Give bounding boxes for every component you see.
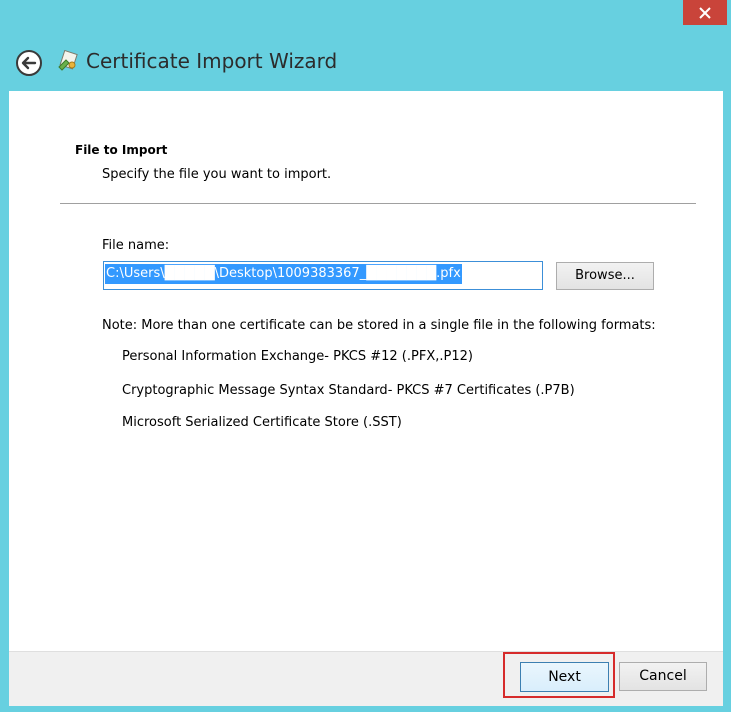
formats-note: Note: More than one certificate can be s… <box>102 318 656 333</box>
format-item-sst: Microsoft Serialized Certificate Store (… <box>122 415 402 430</box>
title-bar: Certificate Import Wizard <box>0 0 731 90</box>
format-item-p7b: Cryptographic Message Syntax Standard- P… <box>122 383 575 398</box>
section-title: File to Import <box>75 143 168 157</box>
close-button[interactable] <box>683 0 727 25</box>
back-arrow-icon <box>16 50 42 76</box>
browse-button[interactable]: Browse... <box>556 262 654 290</box>
file-name-value: C:\Users\█████\Desktop\1009383367_██████… <box>105 264 462 284</box>
next-button[interactable]: Next <box>520 662 609 692</box>
divider <box>60 203 696 204</box>
section-subtitle: Specify the file you want to import. <box>102 167 332 182</box>
window-title: Certificate Import Wizard <box>86 49 338 73</box>
format-item-pfx: Personal Information Exchange- PKCS #12 … <box>122 349 473 364</box>
back-button[interactable] <box>15 49 43 77</box>
cancel-button[interactable]: Cancel <box>619 662 707 691</box>
certificate-icon <box>57 49 79 72</box>
close-icon <box>699 6 711 19</box>
button-footer: Next Cancel <box>9 651 723 706</box>
file-name-label: File name: <box>102 238 170 253</box>
wizard-content: File to Import Specify the file you want… <box>9 91 723 651</box>
file-name-input[interactable]: C:\Users\█████\Desktop\1009383367_██████… <box>103 261 543 290</box>
wizard-window: Certificate Import Wizard File to Import… <box>0 0 731 712</box>
